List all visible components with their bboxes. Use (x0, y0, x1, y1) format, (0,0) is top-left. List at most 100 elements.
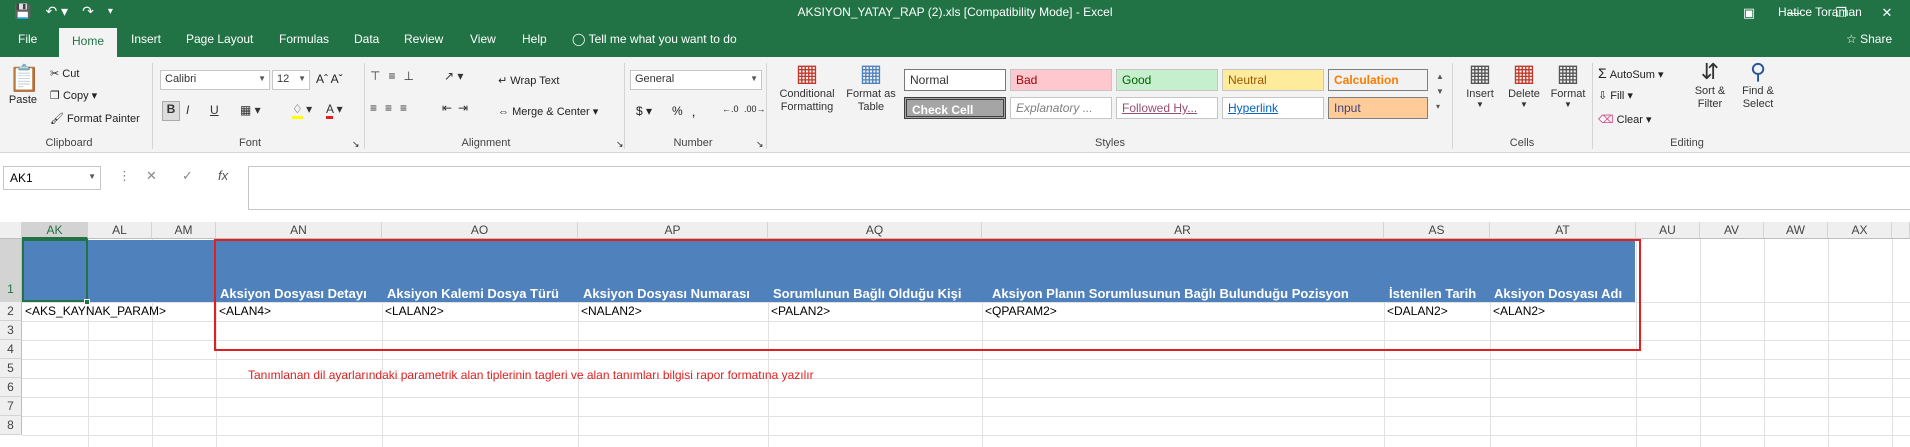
column-header[interactable]: AS (1384, 222, 1490, 239)
percent-icon[interactable]: % (672, 104, 683, 118)
tab-file[interactable]: File (18, 32, 37, 46)
tell-me-search[interactable]: ◯ Tell me what you want to do (572, 32, 737, 46)
row-header[interactable]: 6 (0, 378, 22, 397)
style-followed-hyperlink[interactable]: Followed Hy... (1116, 97, 1218, 119)
format-cells-button[interactable]: ▦ Format ▼ (1546, 59, 1590, 109)
cell-ak2[interactable]: <AKS_KAYNAK_PARAM> (25, 304, 166, 318)
style-normal[interactable]: Normal (904, 69, 1006, 91)
tab-view[interactable]: View (470, 32, 496, 46)
clear-button[interactable]: ⌫ Clear ▾ (1598, 113, 1652, 126)
vertical-align-icons[interactable]: ⊤≡⊥ (370, 69, 422, 83)
style-bad[interactable]: Bad (1010, 69, 1112, 91)
formula-input[interactable] (248, 166, 1910, 210)
column-header[interactable]: AX (1828, 222, 1892, 239)
orientation-icon[interactable]: ↗ ▾ (444, 69, 463, 83)
increase-decimal-icon[interactable]: ←.0 (722, 104, 739, 114)
number-format-combo[interactable]: General ▼ (630, 70, 762, 90)
column-header[interactable]: AM (152, 222, 216, 239)
tab-insert[interactable]: Insert (131, 32, 161, 46)
cancel-icon[interactable]: ✕ (146, 168, 157, 184)
row-header[interactable]: 4 (0, 340, 22, 359)
font-name-combo[interactable]: Calibri ▼ (160, 70, 270, 90)
formula-bar: AK1 ▼ ⋮ ✕ ✓ fx (0, 154, 1910, 222)
column-header[interactable]: AK (22, 222, 88, 239)
fill-color-icon[interactable]: ♢ ▾ (292, 102, 312, 119)
column-header-partial[interactable] (1892, 222, 1910, 239)
column-header[interactable]: AT (1490, 222, 1636, 239)
minimize-icon[interactable]: — (1772, 0, 1818, 25)
dialog-launcher-icon[interactable]: ↘ (352, 139, 360, 150)
column-header[interactable]: AU (1636, 222, 1700, 239)
wrap-text-button[interactable]: ↵ Wrap Text (498, 74, 559, 87)
conditional-formatting-button[interactable]: ▦ Conditional Formatting (772, 59, 842, 114)
underline-button[interactable]: U (210, 103, 219, 117)
insert-cells-button[interactable]: ▦ Insert ▼ (1458, 59, 1502, 109)
ribbon-display-icon[interactable]: ▣ (1726, 0, 1772, 25)
column-header[interactable]: AQ (768, 222, 982, 239)
worksheet-grid[interactable]: AK AL AM AN AO AP AQ AR AS AT AU AV AW A… (0, 222, 1910, 447)
indent-icons[interactable]: ⇤⇥ (442, 101, 474, 115)
horizontal-align-icons[interactable]: ≡≡≡ (370, 101, 415, 115)
format-painter-button[interactable]: 🖌 Format Painter (50, 112, 140, 125)
row-header[interactable]: 1 (0, 239, 22, 302)
active-cell-selection[interactable] (22, 239, 88, 302)
row-header[interactable]: 3 (0, 321, 22, 340)
comma-icon[interactable]: ‚ (692, 103, 695, 119)
share-button[interactable]: ☆ Share (1846, 32, 1892, 46)
autosum-button[interactable]: Σ AutoSum ▾ (1598, 65, 1664, 81)
delete-cells-button[interactable]: ▦ Delete ▼ (1502, 59, 1546, 109)
style-good[interactable]: Good (1116, 69, 1218, 91)
style-hyperlink[interactable]: Hyperlink (1222, 97, 1324, 119)
column-header[interactable]: AP (578, 222, 768, 239)
select-all-corner[interactable] (0, 222, 22, 239)
tab-data[interactable]: Data (354, 32, 379, 46)
name-box[interactable]: AK1 ▼ (3, 166, 101, 190)
close-icon[interactable]: ✕ (1864, 0, 1910, 25)
borders-icon[interactable]: ▦ ▾ (240, 103, 261, 117)
style-explanatory[interactable]: Explanatory ... (1010, 97, 1112, 119)
paste-button[interactable]: 📋 Paste (8, 63, 40, 106)
insert-function-icon[interactable]: fx (218, 168, 228, 183)
fill-button[interactable]: ⇩ Fill ▾ (1598, 89, 1633, 102)
fill-handle[interactable] (84, 299, 90, 305)
style-calculation[interactable]: Calculation (1328, 69, 1428, 91)
column-header[interactable]: AV (1700, 222, 1764, 239)
tab-review[interactable]: Review (404, 32, 443, 46)
tab-page-layout[interactable]: Page Layout (186, 32, 253, 46)
column-header[interactable]: AR (982, 222, 1384, 239)
font-color-icon[interactable]: A ▾ (326, 102, 343, 119)
format-as-table-button[interactable]: ▦ Format as Table (846, 59, 896, 114)
italic-button[interactable]: I (186, 103, 189, 117)
style-input[interactable]: Input (1328, 97, 1428, 119)
tab-formulas[interactable]: Formulas (279, 32, 329, 46)
grow-font-icon[interactable]: Aˆ Aˇ (316, 72, 343, 86)
style-neutral[interactable]: Neutral (1222, 69, 1324, 91)
cut-button[interactable]: ✂ Cut (50, 67, 79, 80)
tab-help[interactable]: Help (522, 32, 547, 46)
row-header[interactable]: 2 (0, 302, 22, 321)
restore-icon[interactable]: ❐ (1818, 0, 1864, 25)
bold-button[interactable]: B (162, 101, 180, 121)
column-header[interactable]: AL (88, 222, 152, 239)
row-header[interactable]: 8 (0, 416, 22, 435)
styles-scroll-icon[interactable]: ▲ ▼ ▾ (1436, 69, 1444, 114)
tab-home[interactable]: Home (59, 28, 118, 57)
decrease-decimal-icon[interactable]: .00→ (744, 104, 766, 114)
eraser-icon: ⌫ (1598, 114, 1614, 126)
accounting-icon[interactable]: $ ▾ (636, 104, 652, 118)
dialog-launcher-icon[interactable]: ↘ (756, 139, 764, 150)
sort-filter-button[interactable]: ⇵ Sort & Filter (1688, 59, 1732, 111)
font-size-combo[interactable]: 12 ▼ (272, 70, 310, 90)
merge-center-button[interactable]: ⇔ Merge & Center ▾ (498, 105, 598, 118)
column-header[interactable]: AW (1764, 222, 1828, 239)
enter-icon[interactable]: ✓ (182, 168, 193, 184)
column-header[interactable]: AO (382, 222, 578, 239)
row-header[interactable]: 7 (0, 397, 22, 416)
style-check-cell[interactable]: Check Cell (904, 97, 1006, 119)
column-header[interactable]: AN (216, 222, 382, 239)
dialog-launcher-icon[interactable]: ↘ (616, 139, 624, 150)
copy-button[interactable]: ❐ Copy ▾ (50, 89, 97, 102)
group-separator (152, 63, 153, 149)
row-header[interactable]: 5 (0, 359, 22, 378)
find-select-button[interactable]: ⚲ Find & Select (1736, 59, 1780, 111)
